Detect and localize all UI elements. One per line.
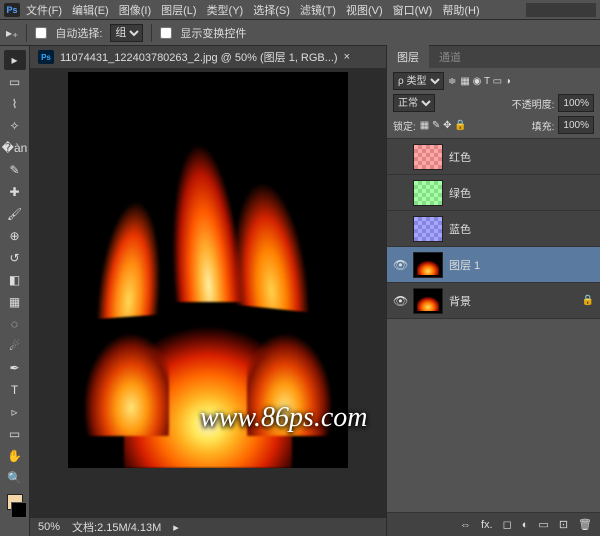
layer-thumbnail[interactable] — [413, 216, 443, 242]
magic-wand-tool[interactable]: ✧ — [4, 116, 26, 136]
move-tool[interactable]: ▸ — [4, 50, 26, 70]
layer-name: 背景 — [449, 293, 471, 309]
move-tool-icon: ▸₊ — [6, 26, 18, 40]
layer-thumbnail[interactable] — [413, 252, 443, 278]
layer-row[interactable]: 蓝色 — [387, 211, 600, 247]
layer-row[interactable]: 绿色 — [387, 175, 600, 211]
crop-tool[interactable]: �àn — [4, 138, 26, 158]
panel-tab-bar: 图层 通道 — [387, 46, 600, 68]
options-bar: ▸₊ 自动选择: 组 显示变换控件 — [0, 20, 600, 46]
status-bar: 50% 文档:2.15M/4.13M ▸ — [30, 518, 386, 536]
layer-fx-icon[interactable]: fx. — [481, 519, 493, 531]
history-brush-tool[interactable]: ↺ — [4, 248, 26, 268]
document-area: Ps 11074431_122403780263_2.jpg @ 50% (图层… — [30, 46, 386, 536]
filter-icons[interactable]: ▦ ◉ T ▭ ◑ — [460, 76, 511, 87]
visibility-toggle-icon[interactable]: 👁 — [393, 258, 407, 272]
tools-panel: ▸ ▭ ⌇ ✧ �àn ✎ ✚ 🖌 ⊕ ↺ ◧ ▦ ◌ ☄ ✒ T ▹ ▭ ✋ … — [0, 46, 30, 536]
delete-layer-icon[interactable]: 🗑 — [578, 518, 592, 531]
background-color-swatch[interactable] — [11, 502, 27, 518]
layer-row[interactable]: 👁 背景 🔒 — [387, 283, 600, 319]
layer-name: 蓝色 — [449, 221, 471, 237]
layers-list: 红色绿色蓝色 👁 图层 1 👁 背景 🔒 — [387, 139, 600, 319]
menu-view[interactable]: 视图(V) — [342, 0, 387, 20]
status-arrow-icon[interactable]: ▸ — [173, 521, 179, 534]
visibility-toggle-icon[interactable]: 👁 — [393, 294, 407, 308]
canvas-viewport[interactable] — [30, 68, 386, 518]
separator — [151, 24, 152, 42]
flame-graphic — [96, 157, 169, 319]
menu-window[interactable]: 窗口(W) — [389, 0, 437, 20]
pen-tool[interactable]: ✒ — [4, 358, 26, 378]
main-menu-bar: Ps 文件(F) 编辑(E) 图像(I) 图层(L) 类型(Y) 选择(S) 滤… — [0, 0, 600, 20]
doc-size-info: 文档:2.15M/4.13M — [72, 519, 161, 535]
app-logo: Ps — [4, 3, 20, 17]
path-select-tool[interactable]: ▹ — [4, 402, 26, 422]
menu-help[interactable]: 帮助(H) — [438, 0, 483, 20]
show-transform-checkbox[interactable] — [160, 27, 172, 39]
healing-brush-tool[interactable]: ✚ — [4, 182, 26, 202]
auto-select-dropdown[interactable]: 组 — [110, 24, 143, 42]
shape-tool[interactable]: ▭ — [4, 424, 26, 444]
blend-mode-dropdown[interactable]: 正常 — [393, 94, 435, 112]
hand-tool[interactable]: ✋ — [4, 446, 26, 466]
zoom-level[interactable]: 50% — [38, 521, 60, 533]
menu-file[interactable]: 文件(F) — [22, 0, 66, 20]
document-title: 11074431_122403780263_2.jpg @ 50% (图层 1,… — [60, 49, 338, 65]
gradient-tool[interactable]: ▦ — [4, 292, 26, 312]
menu-type[interactable]: 类型(Y) — [203, 0, 248, 20]
layer-mask-icon[interactable]: ◻ — [503, 518, 512, 531]
fill-label: 填充: — [532, 118, 555, 133]
canvas[interactable] — [68, 72, 348, 468]
layer-thumbnail[interactable] — [413, 144, 443, 170]
layer-group-icon[interactable]: ▭ — [538, 518, 548, 531]
marquee-tool[interactable]: ▭ — [4, 72, 26, 92]
lasso-tool[interactable]: ⌇ — [4, 94, 26, 114]
close-icon[interactable]: × — [344, 51, 350, 63]
lock-icons[interactable]: ▦ ✎ ✥ 🔒 — [420, 120, 467, 131]
layer-filter-dropdown[interactable]: ρ 类型 — [393, 72, 444, 90]
auto-select-checkbox[interactable] — [35, 27, 47, 39]
tab-channels[interactable]: 通道 — [429, 45, 471, 69]
flame-graphic — [224, 132, 310, 313]
show-transform-label: 显示变换控件 — [180, 25, 246, 41]
layer-name: 图层 1 — [449, 257, 480, 273]
fill-input[interactable]: 100% — [558, 116, 594, 134]
menu-edit[interactable]: 编辑(E) — [68, 0, 113, 20]
type-tool[interactable]: T — [4, 380, 26, 400]
menu-image[interactable]: 图像(I) — [115, 0, 155, 20]
title-blur — [526, 3, 596, 17]
adjustment-layer-icon[interactable]: ◐ — [522, 519, 529, 531]
layer-thumbnail[interactable] — [413, 288, 443, 314]
tab-layers[interactable]: 图层 — [387, 45, 429, 69]
auto-select-label: 自动选择: — [55, 25, 102, 41]
brush-tool[interactable]: 🖌 — [4, 204, 26, 224]
lock-label: 锁定: — [393, 118, 416, 133]
menu-layer[interactable]: 图层(L) — [157, 0, 200, 20]
clone-stamp-tool[interactable]: ⊕ — [4, 226, 26, 246]
layer-row[interactable]: 红色 — [387, 139, 600, 175]
eyedropper-tool[interactable]: ✎ — [4, 160, 26, 180]
opacity-input[interactable]: 100% — [558, 94, 594, 112]
zoom-tool[interactable]: 🔍 — [4, 468, 26, 488]
opacity-label: 不透明度: — [512, 96, 555, 111]
document-tab[interactable]: Ps 11074431_122403780263_2.jpg @ 50% (图层… — [30, 46, 386, 68]
menu-select[interactable]: 选择(S) — [249, 0, 294, 20]
separator — [26, 24, 27, 42]
layers-panel-footer: ⇔ fx. ◻ ◐ ▭ ⊡ 🗑 — [387, 512, 600, 536]
new-layer-icon[interactable]: ⊡ — [559, 518, 568, 531]
dodge-tool[interactable]: ☄ — [4, 336, 26, 356]
doc-type-icon: Ps — [38, 50, 54, 64]
right-panels: 图层 通道 ρ 类型 ≑ ▦ ◉ T ▭ ◑ 正常 不透明度: 100% 锁定:… — [386, 46, 600, 536]
layer-name: 绿色 — [449, 185, 471, 201]
layer-options: ρ 类型 ≑ ▦ ◉ T ▭ ◑ 正常 不透明度: 100% 锁定: ▦ ✎ ✥… — [387, 68, 600, 139]
eraser-tool[interactable]: ◧ — [4, 270, 26, 290]
flame-graphic — [247, 294, 331, 437]
layer-name: 红色 — [449, 149, 471, 165]
link-layers-icon[interactable]: ⇔ — [460, 519, 471, 531]
layer-row[interactable]: 👁 图层 1 — [387, 247, 600, 283]
blur-tool[interactable]: ◌ — [4, 314, 26, 334]
lock-icon: 🔒 — [582, 295, 594, 306]
menu-filter[interactable]: 滤镜(T) — [296, 0, 340, 20]
layer-thumbnail[interactable] — [413, 180, 443, 206]
